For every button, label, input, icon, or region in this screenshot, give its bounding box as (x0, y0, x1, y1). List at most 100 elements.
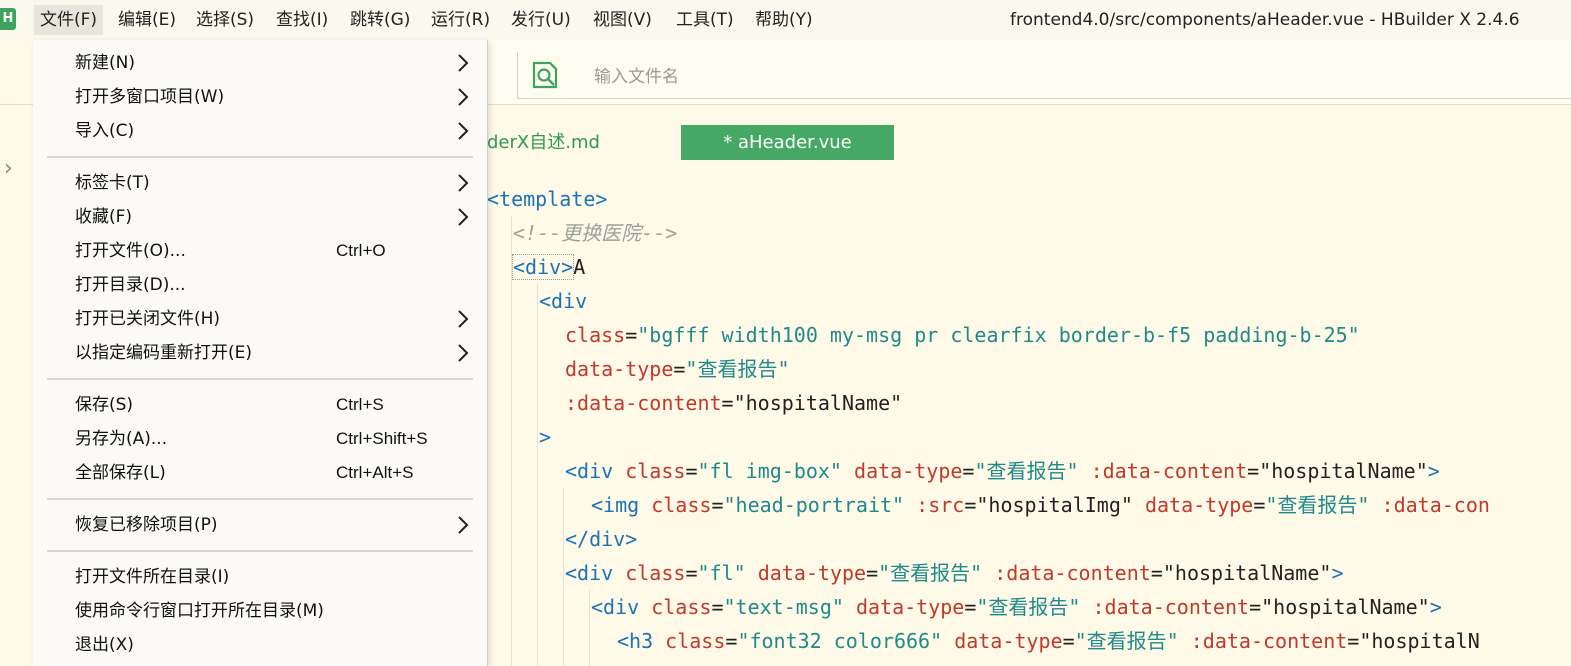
code-token: data-type (854, 459, 963, 483)
code-token: data-type (1144, 493, 1254, 517)
file-menu-item[interactable]: 打开目录(D)... (33, 269, 487, 301)
code-token: data-type (954, 629, 1063, 653)
submenu-chevron-right-icon (458, 310, 469, 328)
file-menu-item-label: 导入(C) (75, 121, 135, 141)
code-token: <template> (487, 187, 608, 211)
file-menu-item[interactable]: 另存为(A)... Ctrl+Shift+S (33, 423, 487, 455)
window-title: frontend4.0/src/components/aHeader.vue -… (1010, 10, 1520, 30)
code-token: :data-con (1381, 493, 1490, 517)
file-menu-item-label: 使用命令行窗口打开所在目录(M) (75, 601, 324, 621)
code-token: = (1150, 561, 1163, 585)
file-menu-item[interactable]: 保存(S) Ctrl+S (33, 389, 487, 421)
search-input[interactable]: 输入文件名 (594, 62, 679, 87)
code-line: :data-content="hospitalName" (565, 386, 902, 420)
code-token: = (673, 357, 686, 381)
code-token: = (711, 493, 724, 517)
code-token: "查看报告" (1265, 493, 1370, 517)
code-token: data-type (855, 595, 965, 619)
code-token: = (964, 595, 977, 619)
file-menu-item-shortcut: Ctrl+Alt+S (336, 463, 414, 482)
file-menu-item[interactable]: 使用命令行窗口打开所在目录(M) (33, 595, 487, 627)
tab-aheader-vue[interactable]: * aHeader.vue (681, 125, 894, 160)
indent-guide (537, 284, 538, 666)
file-menu-item[interactable]: 打开文件(O)... Ctrl+O (33, 235, 487, 267)
code-token: class (625, 459, 686, 483)
code-line: data-type="查看报告" (565, 352, 790, 386)
file-menu-item-label: 新建(N) (75, 53, 135, 73)
file-menu-item[interactable]: 以指定编码重新打开(E) (33, 337, 487, 369)
menu-separator (47, 498, 473, 500)
code-line: <div (539, 284, 587, 318)
code-token: </div> (565, 527, 638, 551)
file-menu-item-shortcut: Ctrl+Shift+S (336, 429, 428, 448)
menu-help[interactable]: 帮助(Y) (749, 5, 819, 35)
file-menu-item[interactable]: 恢复已移除项目(P) (33, 509, 487, 541)
menu-separator (47, 378, 473, 380)
menu-run[interactable]: 运行(R) (425, 5, 496, 35)
indent-guide (589, 590, 590, 666)
file-menu-item[interactable]: 导入(C) (33, 115, 487, 147)
code-token: <div (591, 595, 652, 619)
tab-readme[interactable]: derX自述.md (487, 129, 600, 157)
indent-guide (563, 488, 564, 666)
code-token: class (651, 493, 712, 517)
code-token: class (625, 561, 686, 585)
file-menu-item[interactable]: 全部保存(L) Ctrl+Alt+S (33, 457, 487, 489)
code-token: = (685, 459, 698, 483)
code-token: > (1429, 595, 1442, 619)
code-line: <h3 class="font32 color666" data-type="查… (617, 624, 1480, 658)
file-menu-item[interactable]: 打开多窗口项目(W) (33, 81, 487, 113)
submenu-chevron-right-icon (458, 88, 469, 106)
file-menu-item[interactable]: 收藏(F) (33, 201, 487, 233)
file-menu-item-label: 打开已关闭文件(H) (75, 309, 221, 329)
menu-file[interactable]: 文件(F) (34, 5, 104, 35)
file-menu-item-label: 收藏(F) (75, 207, 133, 227)
file-menu-item[interactable]: 退出(X) (33, 629, 487, 661)
code-editor[interactable]: <template> <!--更换医院--> <div>A <div class="bg… (487, 182, 1571, 666)
file-menu-item-label: 保存(S) (75, 395, 134, 415)
menu-select[interactable]: 选择(S) (190, 5, 260, 35)
menu-edit[interactable]: 编辑(E) (112, 5, 182, 35)
code-token: = (1249, 595, 1262, 619)
menu-find[interactable]: 查找(I) (270, 5, 334, 35)
code-line: <div>A (511, 250, 586, 284)
code-token: = (725, 629, 738, 653)
code-token: = (1247, 459, 1260, 483)
code-token: > (1331, 561, 1344, 585)
code-token: class (565, 323, 626, 347)
code-token: = (685, 561, 698, 585)
menu-bar: H 文件(F) 编辑(E) 选择(S) 查找(I) 跳转(G) 运行(R) 发行… (0, 0, 1571, 40)
code-line: <!--更换医院--> (513, 216, 677, 250)
code-token: = (1253, 493, 1266, 517)
file-menu-item-label: 打开多窗口项目(W) (75, 87, 225, 107)
menu-view[interactable]: 视图(V) (587, 5, 658, 35)
code-token: = (711, 595, 724, 619)
code-token: = (866, 561, 879, 585)
file-menu-item[interactable]: 打开已关闭文件(H) (33, 303, 487, 335)
menu-publish[interactable]: 发行(U) (505, 5, 577, 35)
menu-tools[interactable]: 工具(T) (670, 5, 740, 35)
code-token: "查看报告" (1074, 629, 1179, 653)
toolbar: 输入文件名 (487, 40, 1571, 104)
sidebar-expand-icon[interactable]: › (4, 158, 13, 180)
file-menu-item-shortcut: Ctrl+S (336, 395, 384, 414)
file-menu-item[interactable]: 标签卡(T) (33, 167, 487, 199)
code-token: data-type (757, 561, 867, 585)
code-token: = (625, 323, 638, 347)
file-menu-item-label: 恢复已移除项目(P) (75, 515, 218, 535)
file-search-box[interactable]: 输入文件名 (517, 52, 1571, 99)
menu-goto[interactable]: 跳转(G) (344, 5, 416, 35)
code-line: > (539, 420, 551, 454)
file-menu-item[interactable]: 新建(N) (33, 47, 487, 79)
code-token: "hospitalName" (1259, 459, 1428, 483)
code-token: "hospitalName" (1162, 561, 1332, 585)
code-token: > (539, 425, 552, 449)
file-menu-item[interactable]: 打开文件所在目录(I) (33, 561, 487, 593)
code-token: A (573, 255, 586, 279)
